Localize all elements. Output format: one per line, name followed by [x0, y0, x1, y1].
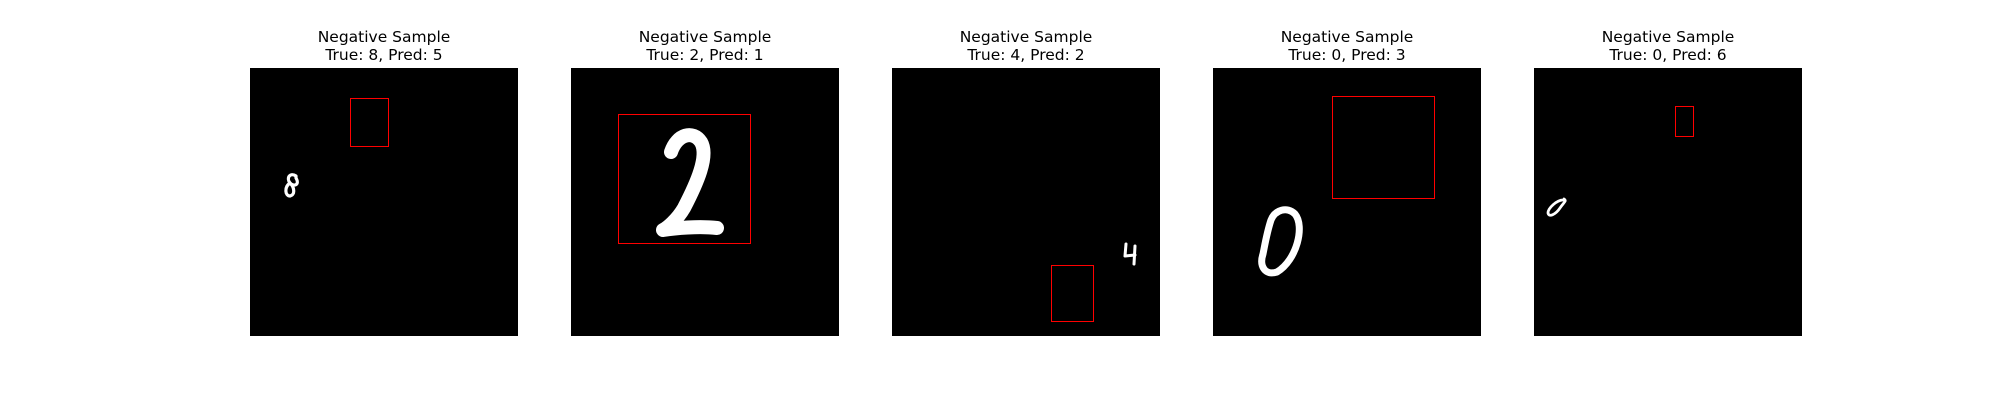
- panel-caption: True: 8, Pred: 5: [325, 46, 443, 64]
- panel-caption: True: 4, Pred: 2: [967, 46, 1085, 64]
- sample-panel-3: Negative Sample True: 4, Pred: 2: [892, 28, 1160, 336]
- prediction-box: [1332, 96, 1435, 199]
- sample-image: [1534, 68, 1802, 336]
- panel-heading: Negative Sample: [317, 28, 451, 46]
- prediction-box: [1051, 265, 1094, 322]
- panel-caption: True: 2, Pred: 1: [646, 46, 764, 64]
- prediction-box: [350, 98, 389, 147]
- sample-image: [1213, 68, 1481, 336]
- digit-0-glyph: [1546, 197, 1567, 217]
- panel-caption: True: 0, Pred: 6: [1609, 46, 1727, 64]
- sample-panel-1: Negative Sample True: 8, Pred: 5: [250, 28, 518, 336]
- sample-panel-2: Negative Sample True: 2, Pred: 1: [571, 28, 839, 336]
- sample-panel-4: Negative Sample True: 0, Pred: 3: [1213, 28, 1481, 336]
- panel-heading: Negative Sample: [638, 28, 772, 46]
- panel-heading: Negative Sample: [959, 28, 1093, 46]
- panel-title: Negative Sample True: 2, Pred: 1: [571, 28, 839, 68]
- sample-panel-5: Negative Sample True: 0, Pred: 6: [1534, 28, 1802, 336]
- prediction-box: [1675, 106, 1694, 137]
- sample-image: [250, 68, 518, 336]
- panel-title: Negative Sample True: 0, Pred: 6: [1534, 28, 1802, 68]
- panel-heading: Negative Sample: [1280, 28, 1414, 46]
- panel-title: Negative Sample True: 8, Pred: 5: [250, 28, 518, 68]
- prediction-box: [618, 114, 751, 244]
- panel-heading: Negative Sample: [1601, 28, 1735, 46]
- digit-4-glyph: [1123, 242, 1137, 266]
- panel-title: Negative Sample True: 0, Pred: 3: [1213, 28, 1481, 68]
- sample-image: [571, 68, 839, 336]
- panel-caption: True: 0, Pred: 3: [1288, 46, 1406, 64]
- panel-title: Negative Sample True: 4, Pred: 2: [892, 28, 1160, 68]
- sample-image: [892, 68, 1160, 336]
